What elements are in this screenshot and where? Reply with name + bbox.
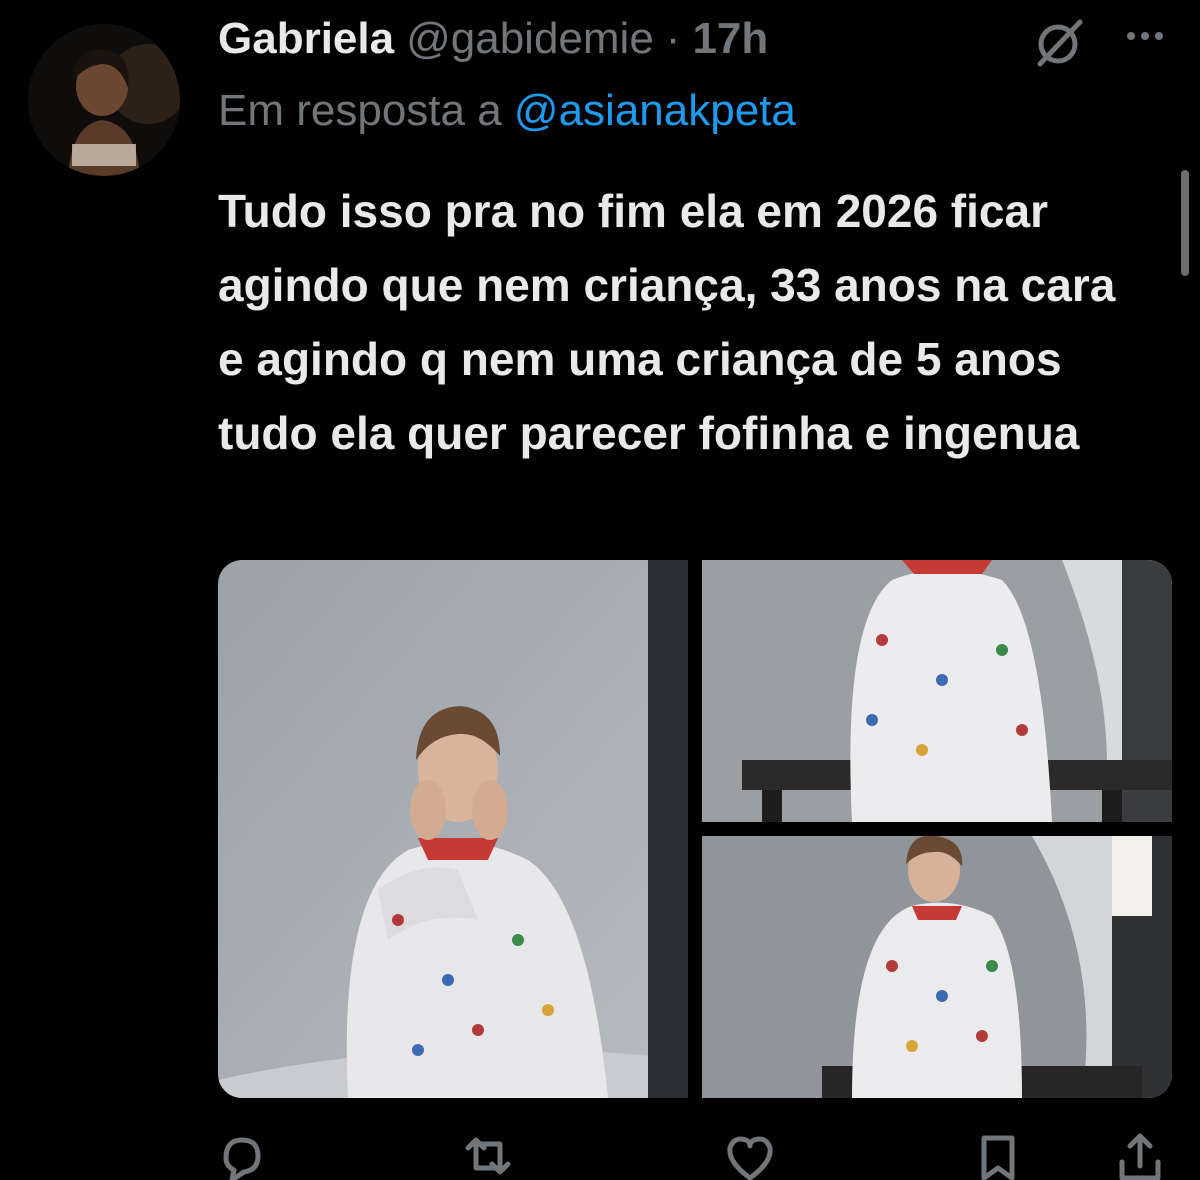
like-button[interactable] [720,1128,780,1180]
avatar-photo [28,24,180,176]
reply-button[interactable] [210,1128,270,1180]
bookmark-icon [981,1135,1015,1180]
media-photo-3[interactable] [702,836,1172,1098]
share-icon [1119,1133,1161,1180]
retweet-button[interactable] [458,1128,518,1180]
media-photo-2[interactable] [702,560,1172,822]
action-bar [0,1122,1200,1180]
avatar[interactable] [28,24,180,176]
separator-dot: · [665,14,681,63]
reply-to-link[interactable]: @asianakpeta [514,86,796,135]
bookmark-button[interactable] [968,1128,1028,1180]
reply-context: Em resposta a @asianakpeta [218,86,796,136]
media-grid [218,560,1172,1098]
grok-icon[interactable] [1032,14,1088,70]
retweet-icon [465,1137,511,1175]
more-icon[interactable] [1115,16,1175,56]
share-button[interactable] [1110,1128,1170,1180]
author-handle[interactable]: @gabidemie [406,14,654,64]
heart-icon [727,1136,773,1180]
author-name[interactable]: Gabriela [218,14,394,64]
reply-icon [223,1137,261,1180]
timestamp[interactable]: 17h [692,14,768,64]
tweet-header: Gabriela @gabidemie · 17h [218,14,768,64]
reply-prefix: Em resposta a [218,86,502,135]
media-photo-1[interactable] [218,560,688,1098]
scrollbar[interactable] [1181,170,1189,276]
tweet-text: Tudo isso pra no fim ela em 2026 ficar a… [218,185,1116,459]
